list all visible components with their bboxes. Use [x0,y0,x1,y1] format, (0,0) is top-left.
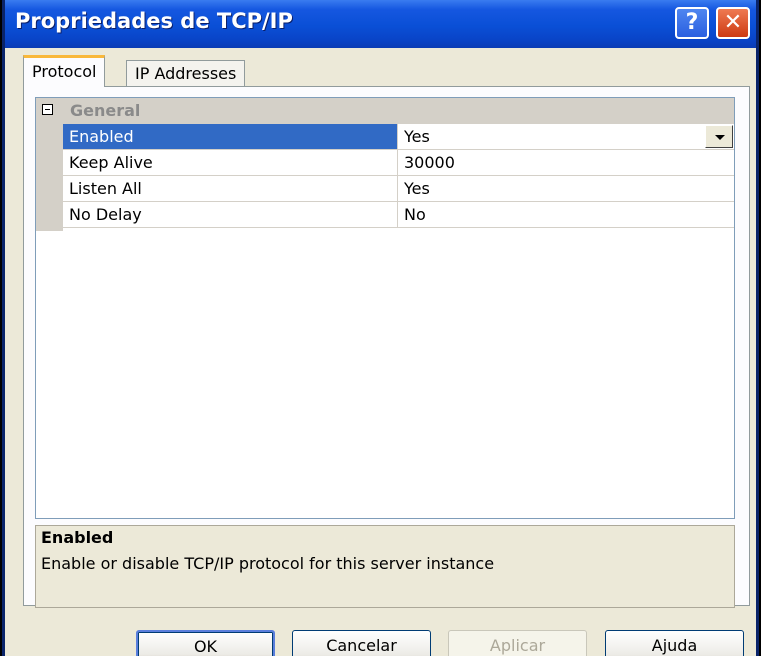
description-title: Enabled [41,528,114,547]
chevron-down-icon[interactable] [705,125,733,148]
collapse-icon[interactable] [42,104,53,115]
tab-panel: General Enabled Yes Keep Alive 30000 Lis… [23,86,750,608]
property-grid[interactable]: General Enabled Yes Keep Alive 30000 Lis… [35,97,735,519]
category-row-general[interactable]: General [36,98,734,124]
description-pane: Enabled Enable or disable TCP/IP protoco… [35,525,735,608]
property-value-dropdown[interactable]: Yes [399,124,734,149]
property-value[interactable]: Yes [399,176,734,201]
help-button[interactable]: Ajuda [605,630,744,656]
help-icon[interactable]: ? [675,7,709,39]
title-bar[interactable]: Propriedades de TCP/IP ? ✕ [5,0,756,48]
tab-ip-addresses[interactable]: IP Addresses [126,60,246,86]
window-title: Propriedades de TCP/IP [15,9,293,33]
description-text: Enable or disable TCP/IP protocol for th… [41,554,495,573]
property-value[interactable]: No [399,202,734,227]
apply-button[interactable]: Aplicar [448,630,587,656]
ok-button[interactable]: OK [136,630,275,656]
tab-protocol[interactable]: Protocol [23,55,106,87]
close-icon[interactable]: ✕ [716,7,750,39]
property-row-enabled[interactable]: Enabled Yes [63,124,734,150]
property-name: Enabled [63,124,398,149]
property-value: Yes [404,127,430,146]
property-value[interactable]: 30000 [399,150,734,175]
property-row-keep-alive[interactable]: Keep Alive 30000 [63,150,734,176]
property-row-listen-all[interactable]: Listen All Yes [63,176,734,202]
cancel-button[interactable]: Cancelar [292,630,431,656]
dialog-window: Propriedades de TCP/IP ? ✕ Protocol IP A… [2,0,759,656]
property-name: No Delay [63,202,398,227]
property-row-no-delay[interactable]: No Delay No [63,202,734,228]
property-name: Keep Alive [63,150,398,175]
category-label: General [70,101,141,120]
property-name: Listen All [63,176,398,201]
